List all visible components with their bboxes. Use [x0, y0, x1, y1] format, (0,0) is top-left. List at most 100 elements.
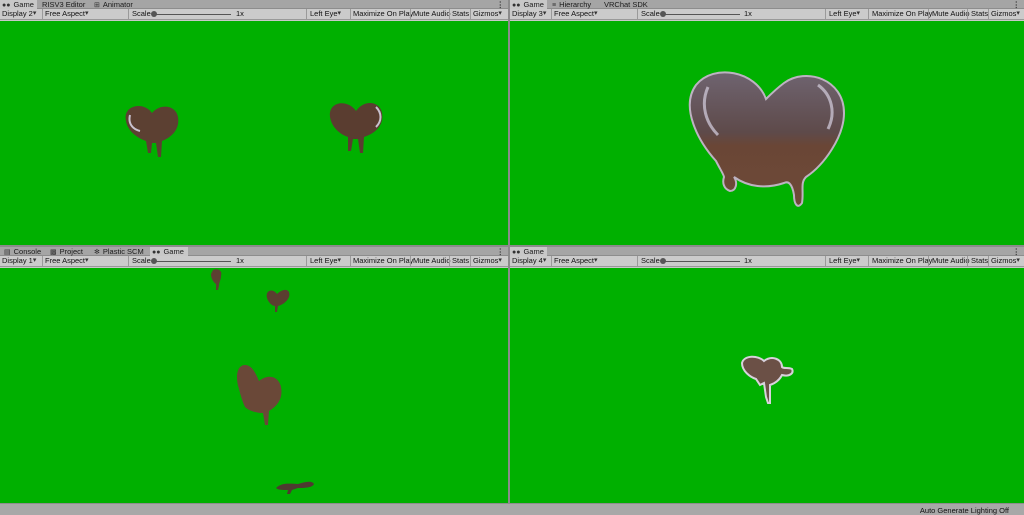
- separator: [988, 9, 989, 19]
- tab-bar: ▤ Console ▩ Project ✻ Plastic SCM ●● Game ⋮: [0, 247, 508, 257]
- scale-slider-handle[interactable]: [151, 11, 157, 17]
- scale-slider[interactable]: [662, 14, 740, 15]
- chocolate-heart-small-2: [266, 289, 290, 312]
- panel-splitter-horizontal[interactable]: [0, 245, 1024, 247]
- separator: [449, 256, 450, 266]
- tab-project[interactable]: ▩ Project: [48, 247, 83, 256]
- gamepad-icon: ●●: [2, 1, 11, 9]
- gamepad-icon: ●●: [152, 248, 161, 256]
- scale-slider-handle[interactable]: [660, 258, 666, 264]
- gizmos-dropdown[interactable]: Gizmos: [473, 256, 505, 266]
- tab-bar: ●● Game ⋮: [510, 247, 1024, 257]
- panel-menu-icon[interactable]: ⋮: [497, 247, 504, 256]
- display-dropdown[interactable]: Display 3: [512, 9, 552, 19]
- display-dropdown[interactable]: Display 4: [512, 256, 552, 266]
- mute-audio-toggle[interactable]: Mute Audio: [413, 9, 451, 19]
- game-viewport[interactable]: [510, 268, 1024, 503]
- display-dropdown[interactable]: Display 1: [2, 256, 42, 266]
- aspect-dropdown[interactable]: Free Aspect: [45, 9, 127, 19]
- tab-animator[interactable]: ⊞ Animator: [92, 0, 133, 9]
- scale-label: Scale: [132, 256, 151, 265]
- separator: [868, 256, 869, 266]
- tab-bar: ●● Game RISV3 Editor ⊞ Animator ⋮: [0, 0, 508, 10]
- separator: [350, 256, 351, 266]
- separator: [306, 9, 307, 19]
- separator: [637, 256, 638, 266]
- game-viewport[interactable]: [0, 268, 508, 503]
- separator: [42, 256, 43, 266]
- chocolate-heart-left: [125, 106, 179, 157]
- game-panel-bottom-left: ▤ Console ▩ Project ✻ Plastic SCM ●● Game ⋮ …: [0, 247, 508, 503]
- eye-dropdown[interactable]: Left Eye: [310, 256, 350, 266]
- hierarchy-icon: ≡: [552, 1, 557, 9]
- scale-value: 1x: [236, 256, 244, 265]
- status-bar: Auto Generate Lighting Off: [0, 503, 1024, 515]
- stats-toggle[interactable]: Stats: [452, 9, 469, 19]
- game-viewport[interactable]: [0, 21, 508, 245]
- gizmos-dropdown[interactable]: Gizmos: [473, 9, 505, 19]
- maximize-on-play-toggle[interactable]: Maximize On Play: [353, 9, 413, 19]
- scale-slider[interactable]: [153, 261, 231, 262]
- panel-menu-icon[interactable]: ⋮: [1013, 247, 1020, 256]
- aspect-dropdown[interactable]: Free Aspect: [554, 9, 637, 19]
- display-dropdown[interactable]: Display 2: [2, 9, 42, 19]
- gamepad-icon: ●●: [512, 1, 521, 9]
- separator: [551, 256, 552, 266]
- tab-plastic-scm[interactable]: ✻ Plastic SCM: [92, 247, 144, 256]
- plastic-icon: ✻: [94, 248, 100, 256]
- eye-dropdown[interactable]: Left Eye: [310, 9, 350, 19]
- eye-dropdown[interactable]: Left Eye: [829, 9, 869, 19]
- separator: [306, 256, 307, 266]
- aspect-dropdown[interactable]: Free Aspect: [45, 256, 127, 266]
- lighting-status[interactable]: Auto Generate Lighting Off: [920, 506, 1009, 515]
- game-toolbar: Display 3 Free Aspect Scale 1x Left Eye …: [510, 9, 1024, 20]
- separator: [449, 9, 450, 19]
- maximize-on-play-toggle[interactable]: Maximize On Play: [872, 9, 932, 19]
- aspect-dropdown[interactable]: Free Aspect: [554, 256, 637, 266]
- separator: [967, 256, 968, 266]
- eye-dropdown[interactable]: Left Eye: [829, 256, 869, 266]
- separator: [42, 9, 43, 19]
- separator: [470, 256, 471, 266]
- panel-splitter-vertical[interactable]: [508, 0, 510, 503]
- maximize-on-play-toggle[interactable]: Maximize On Play: [353, 256, 413, 266]
- tab-hierarchy[interactable]: ≡ Hierarchy: [550, 0, 591, 9]
- separator: [470, 9, 471, 19]
- separator: [551, 9, 552, 19]
- folder-icon: ▩: [50, 248, 57, 256]
- game-panel-bottom-right: ●●Game ⋮ Display 4 Free Aspect Scale 1x …: [510, 247, 1024, 503]
- scale-slider-handle[interactable]: [660, 11, 666, 17]
- tab-risv3-editor[interactable]: RISV3 Editor: [40, 0, 85, 9]
- stats-toggle[interactable]: Stats: [971, 256, 988, 266]
- game-toolbar: Display 1 Free Aspect Scale 1x Left Eye …: [0, 256, 508, 267]
- stats-toggle[interactable]: Stats: [971, 9, 988, 19]
- separator: [825, 256, 826, 266]
- panel-menu-icon[interactable]: ⋮: [1013, 0, 1020, 9]
- separator: [988, 256, 989, 266]
- scale-slider[interactable]: [662, 261, 740, 262]
- mute-audio-toggle[interactable]: Mute Audio: [413, 256, 451, 266]
- scale-value: 1x: [236, 9, 244, 18]
- stats-toggle[interactable]: Stats: [452, 256, 469, 266]
- mute-audio-toggle[interactable]: Mute Audio: [932, 256, 970, 266]
- scale-slider-handle[interactable]: [151, 258, 157, 264]
- chocolate-heart-flat: [276, 481, 314, 494]
- game-panel-top-right: ●● Game ≡ Hierarchy VRChat SDK ⋮ Display 3…: [510, 0, 1024, 245]
- tab-console[interactable]: ▤ Console: [2, 247, 41, 256]
- scale-label: Scale: [641, 9, 660, 18]
- scale-slider[interactable]: [153, 14, 231, 15]
- tab-vrchat-sdk[interactable]: VRChat SDK: [602, 0, 648, 9]
- separator: [637, 9, 638, 19]
- separator: [410, 256, 411, 266]
- chocolate-heart-tiny: [740, 355, 794, 404]
- panel-menu-icon[interactable]: ⋮: [497, 0, 504, 9]
- separator: [928, 9, 929, 19]
- separator: [868, 9, 869, 19]
- separator: [350, 9, 351, 19]
- gizmos-dropdown[interactable]: Gizmos: [991, 256, 1023, 266]
- maximize-on-play-toggle[interactable]: Maximize On Play: [872, 256, 932, 266]
- separator: [825, 9, 826, 19]
- game-viewport[interactable]: [510, 21, 1024, 245]
- gizmos-dropdown[interactable]: Gizmos: [991, 9, 1023, 19]
- mute-audio-toggle[interactable]: Mute Audio: [932, 9, 970, 19]
